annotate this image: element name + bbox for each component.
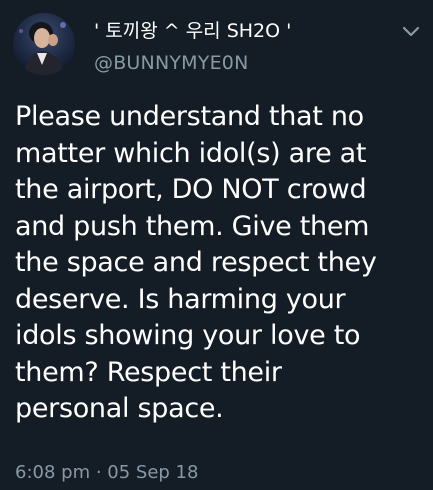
avatar-photo-icon [13, 13, 75, 75]
tweet-text: Please understand that no matter which i… [15, 101, 377, 424]
tweet-card: ' 토끼왕 ^ 우리 SH2O ' @BUNNYMYE0N Please und… [0, 0, 433, 490]
chevron-down-icon[interactable] [401, 24, 421, 40]
author-display-name[interactable]: ' 토끼왕 ^ 우리 SH2O ' [94, 19, 291, 43]
author-handle[interactable]: @BUNNYMYE0N [94, 51, 248, 75]
user-avatar[interactable] [13, 13, 75, 75]
tweet-timestamp[interactable]: 6:08 pm · 05 Sep 18 [15, 461, 198, 485]
